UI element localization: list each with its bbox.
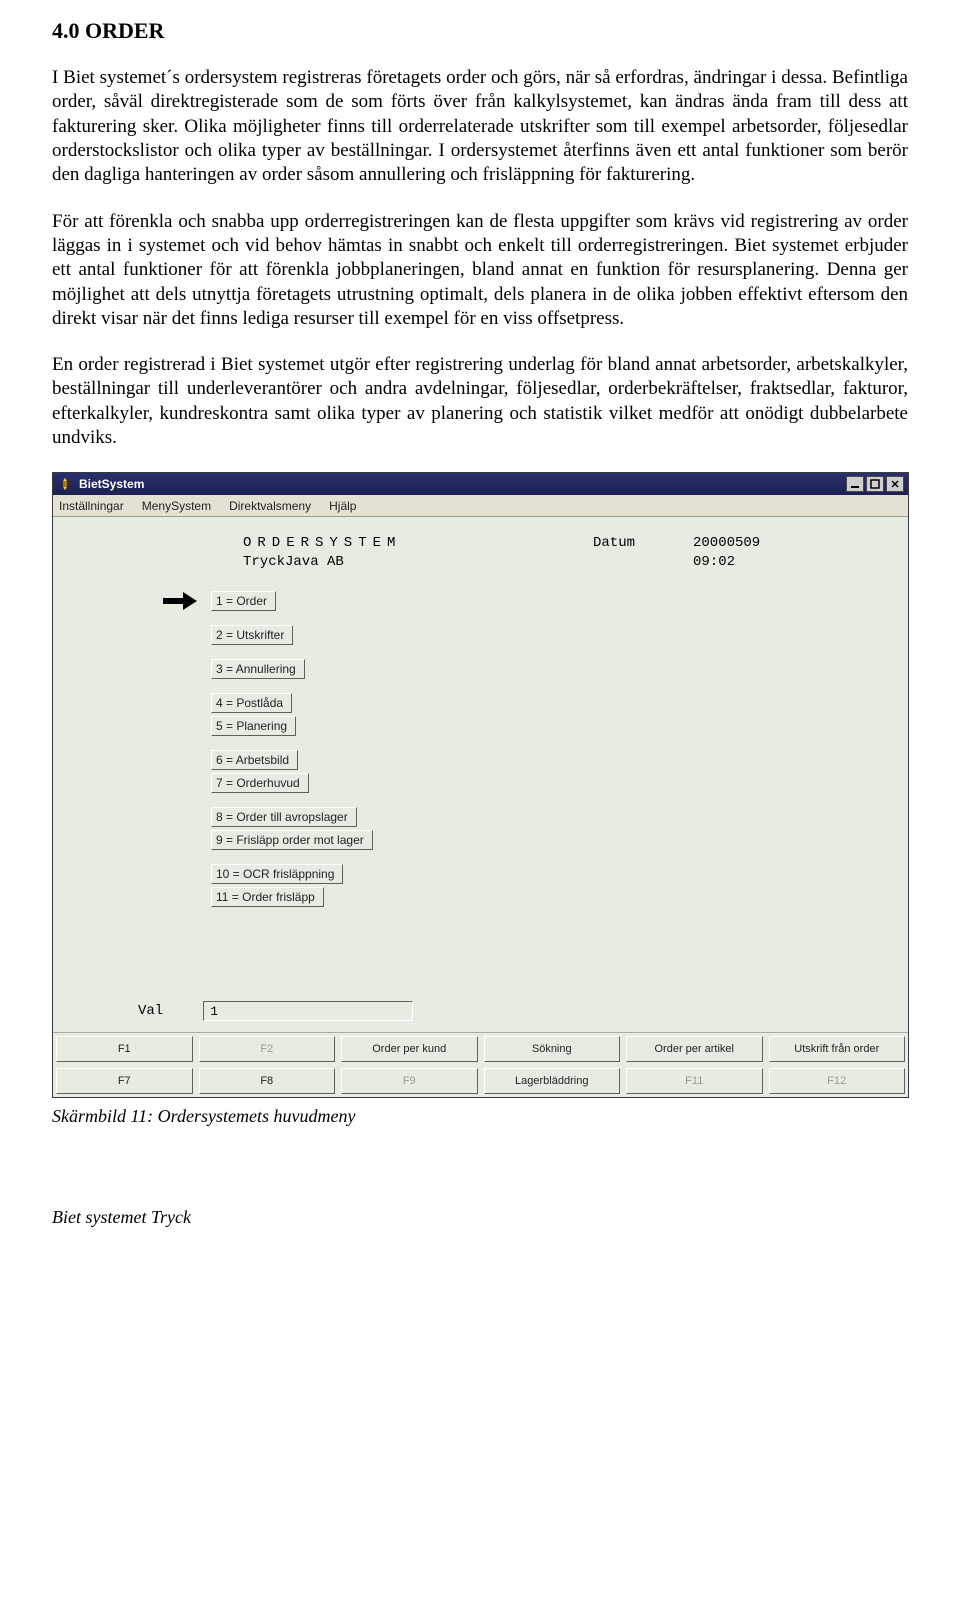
function-key: F11	[626, 1068, 763, 1094]
menu-option-button[interactable]: 11 = Order frisläpp	[211, 887, 324, 907]
function-key[interactable]: F7	[56, 1068, 193, 1094]
function-key[interactable]: F1	[56, 1036, 193, 1062]
menu-option-button[interactable]: 4 = Postlåda	[211, 693, 292, 713]
function-key: F9	[341, 1068, 478, 1094]
val-input[interactable]	[203, 1001, 413, 1021]
app-icon	[57, 476, 73, 492]
function-key[interactable]: Sökning	[484, 1036, 621, 1062]
menu-option-button[interactable]: 7 = Orderhuvud	[211, 773, 309, 793]
body-paragraph: I Biet systemet´s ordersystem registrera…	[52, 66, 908, 188]
function-key[interactable]: Order per kund	[341, 1036, 478, 1062]
maximize-button[interactable]	[866, 476, 884, 492]
menu-option-button[interactable]: 1 = Order	[211, 591, 276, 611]
company-name: TryckJava AB	[243, 554, 593, 570]
close-button[interactable]	[886, 476, 904, 492]
window-title: BietSystem	[79, 477, 144, 491]
menu-option-button[interactable]: 2 = Utskrifter	[211, 625, 293, 645]
function-key: F2	[199, 1036, 336, 1062]
menu-item[interactable]: Direktvalsmeny	[229, 499, 311, 513]
body-paragraph: En order registrerad i Biet systemet utg…	[52, 353, 908, 450]
menu-item[interactable]: Hjälp	[329, 499, 356, 513]
menu-option-button[interactable]: 6 = Arbetsbild	[211, 750, 298, 770]
menu-option-button[interactable]: 3 = Annullering	[211, 659, 305, 679]
window-titlebar: BietSystem	[53, 473, 908, 495]
section-heading: 4.0 ORDER	[52, 18, 908, 44]
main-menu-list: 1 = Order 2 = Utskrifter 3 = Annullering 4 …	[211, 591, 373, 921]
embedded-screenshot: BietSystem Inställningar MenySystem Dire…	[52, 472, 908, 1127]
function-key[interactable]: Utskrift från order	[769, 1036, 906, 1062]
menu-option-button[interactable]: 5 = Planering	[211, 716, 296, 736]
figure-caption: Skärmbild 11: Ordersystemets huvudmeny	[52, 1106, 908, 1127]
page-footer: Biet systemet Tryck	[52, 1207, 908, 1228]
date-label: Datum	[593, 535, 693, 551]
pointer-arrow-icon	[163, 592, 197, 614]
function-key[interactable]: F8	[199, 1068, 336, 1094]
menu-item[interactable]: MenySystem	[142, 499, 211, 513]
date-value: 20000509	[693, 535, 760, 551]
screen-title: ORDERSYSTEM	[243, 535, 593, 551]
function-key[interactable]: Order per artikel	[626, 1036, 763, 1062]
minimize-button[interactable]	[846, 476, 864, 492]
function-key[interactable]: Lagerbläddring	[484, 1068, 621, 1094]
val-label: Val	[138, 1003, 163, 1019]
function-key: F12	[769, 1068, 906, 1094]
menu-option-button[interactable]: 8 = Order till avropslager	[211, 807, 357, 827]
menu-option-button[interactable]: 10 = OCR frisläppning	[211, 864, 343, 884]
menu-bar: Inställningar MenySystem Direktvalsmeny …	[53, 495, 908, 517]
function-key-bar: F1F2Order per kundSökningOrder per artik…	[53, 1032, 908, 1097]
app-window: BietSystem Inställningar MenySystem Dire…	[52, 472, 909, 1098]
menu-option-button[interactable]: 9 = Frisläpp order mot lager	[211, 830, 373, 850]
client-area: ORDERSYSTEM Datum 20000509 TryckJava AB …	[53, 517, 908, 1097]
body-paragraph: För att förenkla och snabba upp orderreg…	[52, 210, 908, 332]
val-input-row: Val	[138, 1001, 413, 1021]
time-value: 09:02	[693, 554, 735, 570]
menu-item[interactable]: Inställningar	[59, 499, 124, 513]
